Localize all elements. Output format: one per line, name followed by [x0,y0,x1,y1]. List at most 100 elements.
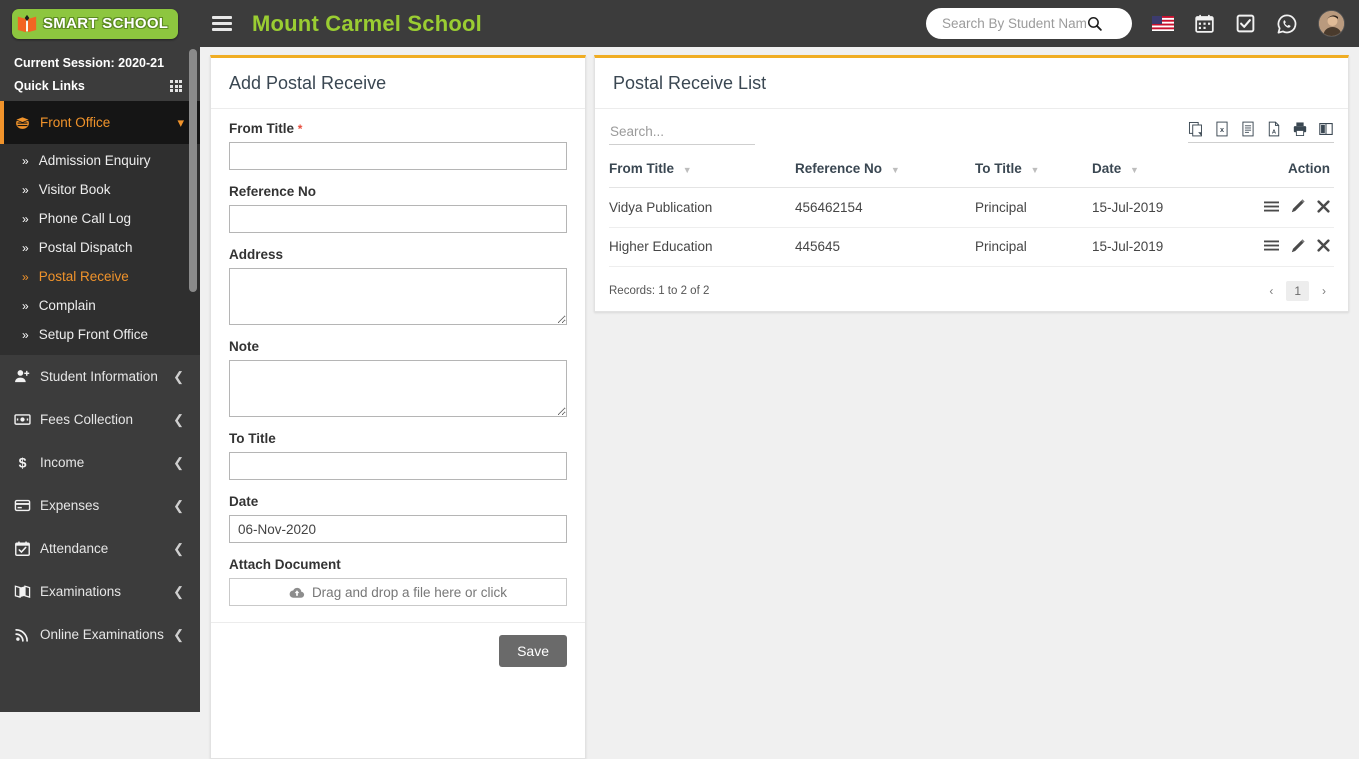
pagination-next[interactable]: › [1314,281,1334,301]
note-label: Note [229,339,567,354]
pagination-prev[interactable]: ‹ [1261,281,1281,301]
app-logo[interactable]: SMART SCHOOL [0,0,200,47]
sidebar-subitem-phone-call-log[interactable]: » Phone Call Log [0,204,200,233]
whatsapp-icon[interactable] [1276,13,1298,35]
chevron-left-icon[interactable]: ❮ [173,455,184,471]
column-visibility-icon[interactable] [1318,121,1334,137]
sidebar: Current Session: 2020-21 Quick Links Fro… [0,47,200,712]
sidebar-scrollbar[interactable] [189,49,197,292]
search-input[interactable] [926,16,1086,31]
top-header-bar: SMART SCHOOL Mount Carmel School [0,0,1359,47]
reference-no-input[interactable] [229,205,567,233]
page-title: Mount Carmel School [252,11,482,37]
column-header-from-title[interactable]: From Title ▼ [609,161,795,188]
flag-us-icon[interactable] [1152,16,1174,31]
chevron-down-icon[interactable]: ▾ [177,115,184,131]
column-header-to-title[interactable]: To Title ▼ [975,161,1092,188]
list-panel-header: Postal Receive List [595,58,1348,109]
sort-arrow-icon: ▼ [683,165,692,175]
column-label: Action [1288,161,1330,176]
sidebar-item-expenses[interactable]: Expenses ❮ [0,484,200,527]
sidebar-item-examinations[interactable]: Examinations ❮ [0,570,200,613]
cell-to-title: Principal [975,188,1092,228]
double-chevron-right-icon: » [22,328,29,342]
form-body: From Title * Reference No Address Note T… [211,109,585,622]
sidebar-item-front-office[interactable]: Front Office ▾ [0,101,200,144]
sidebar-item-income[interactable]: $ Income ❮ [0,441,200,484]
sidebar-subitem-label: Complain [39,298,96,313]
sidebar-subitem-complain[interactable]: » Complain [0,291,200,320]
field-note: Note [229,339,567,417]
table-search-input[interactable] [609,121,755,145]
cell-reference-no: 445645 [795,227,975,267]
delete-x-icon[interactable] [1317,239,1330,252]
to-title-label: To Title [229,431,567,446]
quick-links-row[interactable]: Quick Links [0,74,200,101]
from-title-input[interactable] [229,142,567,170]
chevron-left-icon[interactable]: ❮ [173,627,184,643]
cell-from-title: Vidya Publication [609,188,795,228]
address-textarea[interactable] [229,268,567,325]
column-header-reference-no[interactable]: Reference No ▼ [795,161,975,188]
edit-pencil-icon[interactable] [1291,199,1305,213]
excel-icon[interactable]: x [1214,121,1230,137]
sidebar-subitem-setup-front-office[interactable]: » Setup Front Office [0,320,200,349]
sidebar-subitem-admission-enquiry[interactable]: » Admission Enquiry [0,146,200,175]
quick-links-label: Quick Links [14,79,85,93]
sidebar-item-student-information[interactable]: Student Information ❮ [0,355,200,398]
sidebar-subitem-postal-dispatch[interactable]: » Postal Dispatch [0,233,200,262]
checkbox-icon[interactable] [1235,13,1256,34]
cell-actions [1214,227,1334,267]
delete-x-icon[interactable] [1317,200,1330,213]
chevron-left-icon[interactable]: ❮ [173,584,184,600]
edit-pencil-icon[interactable] [1291,239,1305,253]
cell-actions [1214,188,1334,228]
sidebar-item-fees-collection[interactable]: Fees Collection ❮ [0,398,200,441]
sidebar-item-label: Examinations [40,584,173,599]
sidebar-subitem-label: Setup Front Office [39,327,148,342]
chevron-left-icon[interactable]: ❮ [173,369,184,385]
logo-pill[interactable]: SMART SCHOOL [12,9,178,39]
avatar[interactable] [1318,10,1345,37]
column-header-date[interactable]: Date ▼ [1092,161,1214,188]
pdf-icon[interactable]: A [1266,121,1282,137]
hamburger-icon[interactable] [212,13,232,35]
grid-icon[interactable] [170,80,182,92]
chevron-left-icon[interactable]: ❮ [173,498,184,514]
form-footer: Save [211,622,585,679]
list-toolbar: x [609,121,1334,145]
cell-reference-no: 456462154 [795,188,975,228]
dropzone-text: Drag and drop a file here or click [312,585,507,600]
save-button[interactable]: Save [499,635,567,667]
chevron-left-icon[interactable]: ❮ [173,541,184,557]
sidebar-item-online-examinations[interactable]: Online Examinations ❮ [0,613,200,656]
chevron-left-icon[interactable]: ❮ [173,412,184,428]
print-icon[interactable] [1292,121,1308,137]
list-icon[interactable] [1264,200,1279,213]
session-label: Current Session: 2020-21 [14,56,200,70]
from-title-label-text: From Title [229,121,294,136]
file-dropzone[interactable]: Drag and drop a file here or click [229,578,567,606]
csv-icon[interactable] [1240,121,1256,137]
header-search[interactable] [926,8,1132,39]
pagination-page-1[interactable]: 1 [1286,281,1309,301]
sidebar-subitem-visitor-book[interactable]: » Visitor Book [0,175,200,204]
copy-icon[interactable] [1188,121,1204,137]
sidebar-item-label: Front Office [40,115,177,130]
cell-from-title: Higher Education [609,227,795,267]
form-title: Add Postal Receive [229,73,567,94]
cell-date: 15-Jul-2019 [1092,188,1214,228]
to-title-input[interactable] [229,452,567,480]
calendar-icon[interactable] [1194,13,1215,34]
search-icon[interactable] [1086,15,1103,32]
note-textarea[interactable] [229,360,567,417]
table-row: Vidya Publication 456462154 Principal 15… [609,188,1334,228]
postal-receive-list-panel: Postal Receive List [594,55,1349,312]
list-icon[interactable] [1264,239,1279,252]
sidebar-subitem-postal-receive[interactable]: » Postal Receive [0,262,200,291]
list-title: Postal Receive List [613,73,1330,94]
date-input[interactable] [229,515,567,543]
field-to-title: To Title [229,431,567,480]
sidebar-item-attendance[interactable]: Attendance ❮ [0,527,200,570]
from-title-label: From Title * [229,121,567,136]
